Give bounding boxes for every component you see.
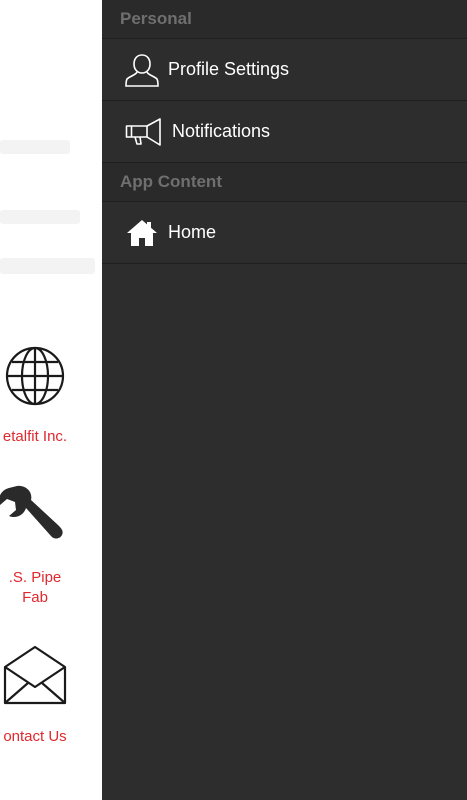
menu-item-label: Profile Settings bbox=[168, 59, 290, 79]
menu-item-notifications[interactable]: Notifications bbox=[102, 101, 467, 163]
menu-item-label: Home bbox=[168, 222, 217, 242]
menu-item-home[interactable]: Home bbox=[102, 202, 467, 264]
section-header-app-content: App Content bbox=[102, 163, 467, 202]
user-icon bbox=[122, 53, 162, 87]
menu-item-profile-settings[interactable]: Profile Settings bbox=[102, 39, 467, 101]
faint-text-block bbox=[0, 140, 70, 154]
globe-icon bbox=[5, 346, 65, 406]
app-item-label: ontact Us bbox=[3, 728, 67, 745]
navigation-drawer: Personal Profile Settings Notifications … bbox=[102, 0, 467, 800]
section-header-personal: Personal bbox=[102, 0, 467, 39]
megaphone-icon bbox=[124, 117, 164, 147]
envelope-icon bbox=[3, 645, 67, 705]
faint-text-block bbox=[0, 210, 80, 224]
app-item-label: etalfit Inc. bbox=[2, 428, 68, 445]
faint-text-block bbox=[0, 258, 95, 274]
app-item-label: .S. Pipe Fab bbox=[8, 569, 62, 606]
background-app: etalfit Inc. .S. Pipe Fab ontact Us bbox=[0, 0, 102, 800]
wrench-icon bbox=[0, 485, 63, 539]
app-item-contact-us[interactable]: ontact Us bbox=[0, 645, 100, 747]
app-item-metalfit[interactable]: etalfit Inc. bbox=[0, 345, 100, 447]
home-icon bbox=[122, 218, 162, 248]
app-item-pipe-fab[interactable]: .S. Pipe Fab bbox=[0, 484, 100, 608]
menu-item-label: Notifications bbox=[172, 121, 271, 141]
